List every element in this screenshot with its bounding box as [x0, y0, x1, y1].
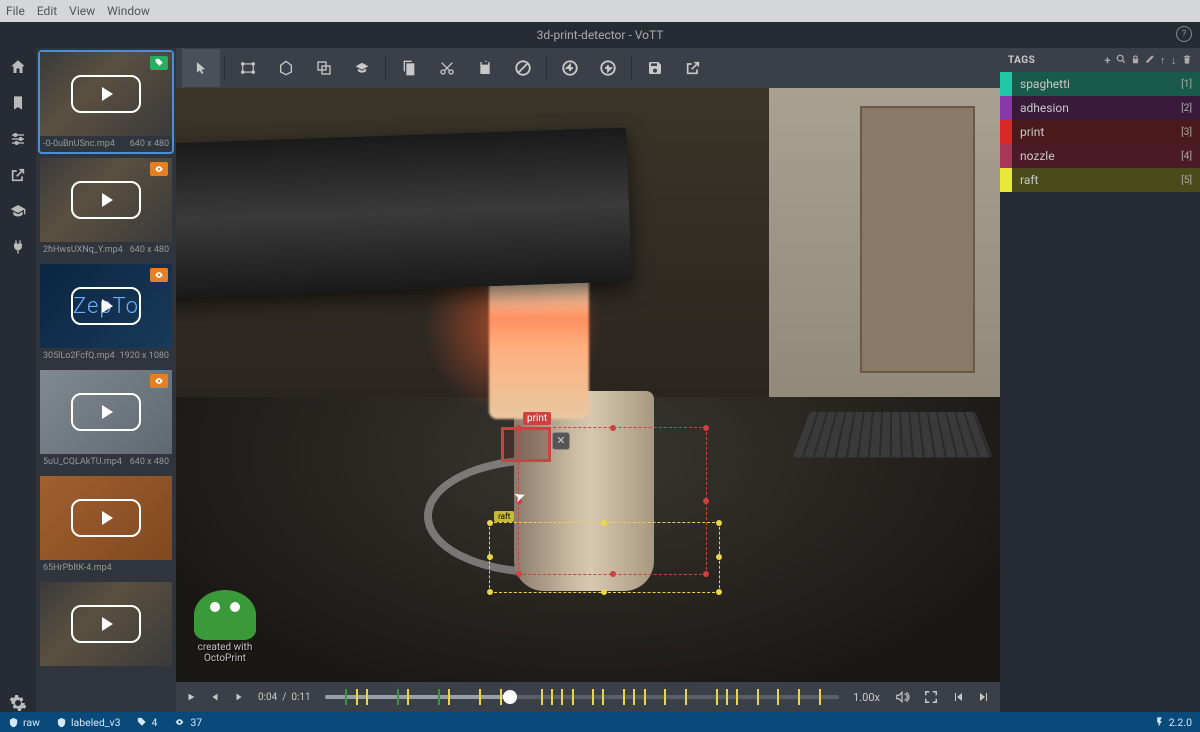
tags-panel: TAGS + ↑ ↓ spaghetti[1] adhesion[2] prin… [1000, 48, 1200, 712]
tag-badge-icon [150, 56, 168, 70]
status-version: 2.2.0 [1154, 716, 1192, 729]
window-title: 3d-print-detector - VoTT [537, 28, 664, 42]
thumb-name: 2hHwsUXNq_Y.mp4 [43, 245, 123, 255]
fullscreen-button[interactable] [924, 690, 938, 704]
tag-nozzle[interactable]: nozzle[4] [1000, 144, 1200, 168]
playhead[interactable] [503, 690, 517, 704]
copy-rectangle-tool[interactable] [305, 49, 343, 87]
volume-button[interactable] [894, 690, 910, 704]
cut-tool[interactable] [428, 49, 466, 87]
prev-frame-tool[interactable] [551, 49, 589, 87]
thumb-name: 65HrPbltK-4.mp4 [43, 563, 112, 573]
eye-badge-icon [150, 268, 168, 282]
thumb-name: 305lLo2FcfQ.mp4 [43, 351, 115, 361]
tags-delete-icon[interactable] [1182, 54, 1192, 67]
thumbnail-item[interactable]: 5uU_CQLAkTU.mp4 640 x 480 [40, 370, 172, 470]
pointer-tool[interactable] [182, 49, 220, 87]
next-frame-tool[interactable] [589, 49, 627, 87]
editor-pane: created withOctoPrint ✕ print raft ➤ [176, 48, 1000, 712]
status-target[interactable]: labeled_v3 [56, 716, 121, 729]
tag-spaghetti[interactable]: spaghetti[1] [1000, 72, 1200, 96]
export-tool[interactable] [674, 49, 712, 87]
thumb-res: 640 x 480 [130, 139, 169, 149]
menubar: File Edit View Window [0, 0, 1200, 22]
eye-badge-icon [150, 374, 168, 388]
tags-down-icon[interactable]: ↓ [1171, 54, 1177, 67]
editor-toolbar [176, 48, 1000, 88]
skip-prev-button[interactable] [952, 691, 964, 703]
settings-icon[interactable] [9, 694, 27, 712]
thumb-res: 640 x 480 [130, 245, 169, 255]
sliders-icon[interactable] [9, 130, 27, 148]
tag-print[interactable]: print[3] [1000, 120, 1200, 144]
menu-window[interactable]: Window [107, 4, 150, 18]
playback-track[interactable] [325, 695, 839, 699]
step-back-button[interactable] [210, 691, 220, 703]
annotation-canvas[interactable]: created withOctoPrint ✕ print raft ➤ [176, 88, 1000, 682]
left-nav [0, 48, 36, 712]
ban-tool[interactable] [504, 49, 542, 87]
menu-file[interactable]: File [6, 4, 25, 18]
copy-tool[interactable] [390, 49, 428, 87]
tags-add-icon[interactable]: + [1105, 54, 1112, 67]
save-tool[interactable] [636, 49, 674, 87]
eye-badge-icon [150, 162, 168, 176]
thumbnail-item[interactable]: 65HrPbltK-4.mp4 [40, 476, 172, 576]
thumb-res: 1920 x 1080 [120, 351, 169, 361]
grad-cap-icon[interactable] [9, 202, 27, 220]
video-frame: created withOctoPrint [176, 88, 1000, 682]
paste-tool[interactable] [466, 49, 504, 87]
playback-rate[interactable]: 1.00x [853, 691, 880, 704]
thumbnail-item[interactable]: 2hHwsUXNq_Y.mp4 640 x 480 [40, 158, 172, 258]
titlebar: 3d-print-detector - VoTT ? [0, 22, 1200, 48]
step-fwd-button[interactable] [234, 691, 244, 703]
thumbnail-sidebar[interactable]: -0-0uBnUSnc.mp4 640 x 480 2hHwsUXNq_Y.mp4… [36, 48, 176, 712]
octoprint-watermark: created withOctoPrint [194, 590, 256, 664]
skip-next-button[interactable] [978, 691, 990, 703]
tag-adhesion[interactable]: adhesion[2] [1000, 96, 1200, 120]
thumb-res: 640 x 480 [130, 457, 169, 467]
tags-up-icon[interactable]: ↑ [1160, 54, 1166, 67]
playback-time: 0:04 / 0:11 [258, 692, 311, 703]
rectangle-tool[interactable] [229, 49, 267, 87]
status-bar: raw labeled_v3 4 37 2.2.0 [0, 712, 1200, 732]
thumbnail-item[interactable]: ZepTo 305lLo2FcfQ.mp41920 x 1080 [40, 264, 172, 364]
video-player-bar: 0:04 / 0:11 1.00x [176, 682, 1000, 712]
play-button[interactable] [186, 691, 196, 703]
plug-icon[interactable] [9, 238, 27, 256]
bookmark-icon[interactable] [9, 94, 27, 112]
tags-search-icon[interactable] [1116, 54, 1126, 67]
status-source[interactable]: raw [8, 716, 40, 729]
thumb-name: 5uU_CQLAkTU.mp4 [43, 457, 122, 467]
annotation-raft[interactable]: raft [489, 522, 720, 593]
external-icon[interactable] [9, 166, 27, 184]
menu-view[interactable]: View [69, 4, 95, 18]
thumbnail-item[interactable]: -0-0uBnUSnc.mp4 640 x 480 [40, 52, 172, 152]
annotation-label: print [523, 412, 551, 425]
menu-edit[interactable]: Edit [37, 4, 57, 18]
help-icon[interactable]: ? [1176, 26, 1192, 42]
thumb-name: -0-0uBnUSnc.mp4 [43, 139, 115, 149]
polygon-tool[interactable] [267, 49, 305, 87]
tag-raft[interactable]: raft[5] [1000, 168, 1200, 192]
tags-edit-icon[interactable] [1145, 54, 1155, 67]
status-tag-count: 4 [136, 716, 157, 729]
tags-header: TAGS + ↑ ↓ [1000, 48, 1200, 72]
tags-lock-icon[interactable] [1131, 54, 1140, 67]
grad-cap-tool[interactable] [343, 49, 381, 87]
status-visited-count: 37 [173, 716, 202, 729]
home-icon[interactable] [9, 58, 27, 76]
thumbnail-item[interactable] [40, 582, 172, 666]
annotation-label: raft [494, 511, 514, 522]
